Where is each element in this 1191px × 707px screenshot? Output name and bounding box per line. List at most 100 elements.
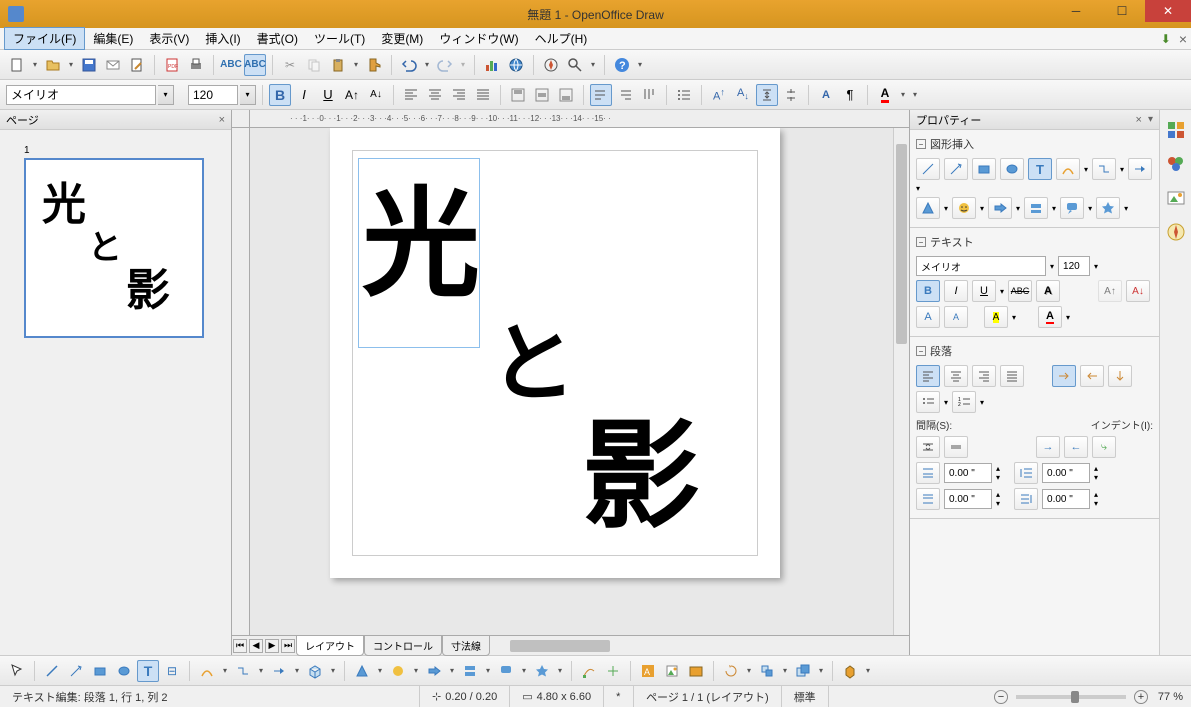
curve-dropdown[interactable]: ▾ [220, 666, 230, 675]
arrange-dropdown[interactable]: ▾ [816, 666, 826, 675]
zoom-slider-thumb[interactable] [1071, 691, 1079, 703]
vtext-tool[interactable]: ⊟ [161, 660, 183, 682]
format-paint-icon[interactable] [363, 54, 385, 76]
gallery-tool[interactable] [685, 660, 707, 682]
text-shape-button[interactable]: T [1028, 158, 1052, 180]
email-icon[interactable] [102, 54, 124, 76]
3d-tool[interactable] [304, 660, 326, 682]
tab-controls[interactable]: コントロール [364, 635, 442, 656]
line-ends-dropdown[interactable]: ▾ [292, 666, 302, 675]
props-ltr[interactable] [1052, 365, 1076, 387]
star-tool[interactable] [531, 660, 553, 682]
glue-points-tool[interactable] [602, 660, 624, 682]
flowchart-tool[interactable] [459, 660, 481, 682]
tab-prev-icon[interactable]: ◀ [249, 639, 263, 653]
vertical-scroll-thumb[interactable] [896, 144, 907, 344]
line-ends-tool[interactable] [268, 660, 290, 682]
hanging-indent[interactable]: ⤷ [1092, 436, 1116, 458]
props-numbering[interactable]: 12 [952, 391, 976, 413]
pages-panel-close-icon[interactable]: × [219, 114, 225, 126]
subscript-button[interactable]: A↓ [732, 84, 754, 106]
props-align-right[interactable] [972, 365, 996, 387]
close-button[interactable]: ✕ [1145, 0, 1191, 22]
vertical-scrollbar[interactable] [893, 128, 909, 635]
bullets-button[interactable] [673, 84, 695, 106]
horizontal-ruler[interactable]: · · ·1· · ·0· · ·1· · ·2· · ·3· · ·4· · … [250, 110, 909, 128]
block-arrows-button[interactable] [988, 197, 1012, 219]
navigator-icon[interactable] [540, 54, 562, 76]
sidebar-gallery-icon[interactable] [1164, 186, 1188, 210]
menu-modify[interactable]: 変更(M) [373, 28, 431, 49]
canvas-viewport[interactable]: 光 と 影 [250, 128, 893, 635]
basic-shapes-dropdown[interactable]: ▾ [375, 666, 385, 675]
curve-tool[interactable] [196, 660, 218, 682]
valign-middle-button[interactable] [531, 84, 553, 106]
align-right-button[interactable] [448, 84, 470, 106]
props-super-button[interactable]: A↑ [1098, 280, 1122, 302]
font-size-dropdown[interactable]: ▾ [240, 85, 256, 105]
italic-button[interactable]: I [293, 84, 315, 106]
menu-format[interactable]: 書式(O) [249, 28, 306, 49]
char-dialog-button[interactable]: A [815, 84, 837, 106]
valign-bottom-button[interactable] [555, 84, 577, 106]
new-icon[interactable] [6, 54, 28, 76]
paste-icon[interactable] [327, 54, 349, 76]
zoom-dropdown[interactable]: ▾ [588, 60, 598, 69]
font-color-button[interactable]: A [874, 84, 896, 106]
props-shrink-button[interactable]: A [944, 306, 968, 328]
space-above-input[interactable] [944, 463, 992, 483]
fontwork-tool[interactable]: A [637, 660, 659, 682]
props-font-size[interactable] [1058, 256, 1090, 276]
print-icon[interactable] [185, 54, 207, 76]
toolbar-more[interactable]: ▾ [635, 60, 645, 69]
menu-view[interactable]: 表示(V) [141, 28, 197, 49]
horizontal-scroll-thumb[interactable] [510, 640, 610, 652]
pdf-icon[interactable]: PDF [161, 54, 183, 76]
valign-top-button[interactable] [507, 84, 529, 106]
maximize-button[interactable]: ☐ [1099, 0, 1145, 22]
redo-dropdown[interactable]: ▾ [458, 60, 468, 69]
align-dropdown[interactable]: ▾ [780, 666, 790, 675]
spellcheck-icon[interactable]: ABC [220, 54, 242, 76]
decrease-spacing-button[interactable] [780, 84, 802, 106]
star-button[interactable] [1096, 197, 1120, 219]
ellipse-shape-button[interactable] [1000, 158, 1024, 180]
redo-icon[interactable] [434, 54, 456, 76]
menu-help[interactable]: ヘルプ(H) [527, 28, 596, 49]
indent-increase[interactable]: → [1036, 436, 1060, 458]
callout-dropdown[interactable]: ▾ [519, 666, 529, 675]
tab-first-icon[interactable]: ⏮ [233, 639, 247, 653]
paste-dropdown[interactable]: ▾ [351, 60, 361, 69]
align-tool[interactable] [756, 660, 778, 682]
minimize-button[interactable]: ─ [1053, 0, 1099, 22]
paragraph-section-header[interactable]: −段落 [916, 341, 1153, 361]
autospell-icon[interactable]: ABC [244, 54, 266, 76]
zoom-slider[interactable] [1016, 695, 1126, 699]
zoom-in-button[interactable]: + [1134, 690, 1148, 704]
edit-points-tool[interactable] [578, 660, 600, 682]
rotate-dropdown[interactable]: ▾ [744, 666, 754, 675]
indent-decrease[interactable]: ← [1064, 436, 1088, 458]
page-thumbnail[interactable]: 1 光 と 影 [20, 138, 211, 342]
superscript-button[interactable]: A↑ [708, 84, 730, 106]
indent-before-input[interactable] [1042, 463, 1090, 483]
callout-button[interactable] [1060, 197, 1084, 219]
line-shape-button[interactable] [916, 158, 940, 180]
space-below-input[interactable] [944, 489, 992, 509]
basic-shapes-tool[interactable] [351, 660, 373, 682]
ttb-button[interactable] [638, 84, 660, 106]
block-arrows-tool[interactable] [423, 660, 445, 682]
props-italic-button[interactable]: I [944, 280, 968, 302]
menu-file[interactable]: ファイル(F) [4, 27, 85, 50]
select-tool[interactable] [6, 660, 28, 682]
props-shadow-button[interactable]: A [1036, 280, 1060, 302]
hyperlink-icon[interactable] [505, 54, 527, 76]
text-section-header[interactable]: −テキスト [916, 232, 1153, 252]
zoom-icon[interactable] [564, 54, 586, 76]
tab-last-icon[interactable]: ⏭ [281, 639, 295, 653]
props-highlight-button[interactable]: A [984, 306, 1008, 328]
props-bullets[interactable] [916, 391, 940, 413]
drawing-more[interactable]: ▾ [863, 666, 873, 675]
vertical-ruler[interactable] [232, 128, 250, 635]
arrange-tool[interactable] [792, 660, 814, 682]
